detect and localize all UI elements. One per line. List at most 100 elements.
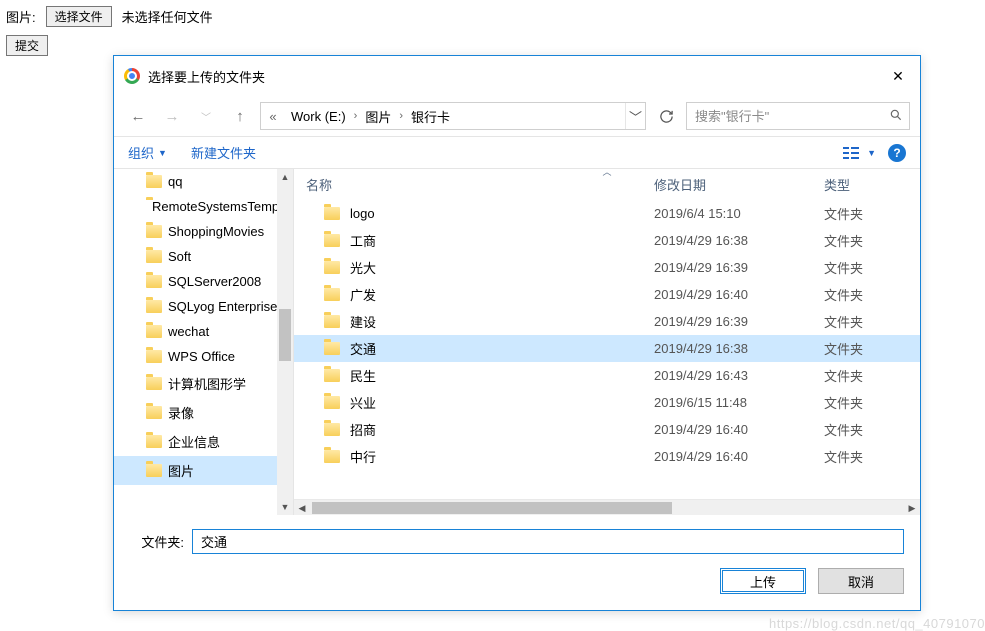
breadcrumb-seg-2[interactable]: 银行卡 (405, 107, 456, 126)
tree-item-label: ShoppingMovies (168, 224, 264, 239)
table-row[interactable]: 中行2019/4/29 16:40文件夹 (294, 443, 920, 470)
view-button[interactable]: ▼ (843, 146, 876, 160)
caret-down-icon: ▼ (867, 148, 876, 158)
tree-item-label: qq (168, 174, 182, 189)
cell-type: 文件夹 (824, 312, 908, 331)
tree-item-label: 录像 (168, 403, 194, 422)
table-row[interactable]: 工商2019/4/29 16:38文件夹 (294, 227, 920, 254)
close-button[interactable]: ✕ (876, 62, 920, 90)
cell-name: 交通 (350, 339, 654, 358)
organize-button[interactable]: 组织 ▼ (128, 143, 167, 162)
choose-file-button[interactable]: 选择文件 (46, 6, 112, 27)
folder-icon (324, 207, 340, 220)
folder-picker-dialog: 选择要上传的文件夹 ✕ ← → ﹀ ↑ « Work (E:) › 图片 › 银… (113, 55, 921, 611)
tree-item-label: 图片 (168, 461, 194, 480)
recent-dropdown[interactable]: ﹀ (192, 103, 220, 129)
tree-item[interactable]: SQLyog Enterprise (114, 294, 293, 319)
up-button[interactable]: ↑ (226, 103, 254, 129)
folder-icon (324, 423, 340, 436)
tree-item[interactable]: RemoteSystemsTempFiles (114, 194, 293, 219)
help-button[interactable]: ? (888, 144, 906, 162)
table-row[interactable]: 兴业2019/6/15 11:48文件夹 (294, 389, 920, 416)
folder-icon (324, 288, 340, 301)
breadcrumb-dropdown[interactable]: ﹀ (625, 103, 645, 129)
tree-item[interactable]: 计算机图形学 (114, 369, 293, 398)
cell-name: 光大 (350, 258, 654, 277)
cancel-button[interactable]: 取消 (818, 568, 904, 594)
upload-button[interactable]: 上传 (720, 568, 806, 594)
breadcrumb-history-icon[interactable]: « (261, 109, 285, 124)
tree-item[interactable]: WPS Office (114, 344, 293, 369)
cell-name: 民生 (350, 366, 654, 385)
folder-icon (146, 350, 162, 363)
nav-bar: ← → ﹀ ↑ « Work (E:) › 图片 › 银行卡 ﹀ (114, 96, 920, 136)
column-type[interactable]: 类型 (824, 175, 908, 194)
scroll-left-icon[interactable]: ◀ (294, 500, 310, 516)
dialog-footer: 文件夹: 上传 取消 (114, 515, 920, 610)
folder-name-input[interactable] (192, 529, 904, 554)
chevron-right-icon: › (352, 110, 360, 122)
tree-item[interactable]: wechat (114, 319, 293, 344)
tree-item[interactable]: 企业信息 (114, 427, 293, 456)
cell-type: 文件夹 (824, 258, 908, 277)
titlebar: 选择要上传的文件夹 ✕ (114, 56, 920, 96)
table-row[interactable]: 广发2019/4/29 16:40文件夹 (294, 281, 920, 308)
scroll-up-icon[interactable]: ▲ (277, 169, 293, 185)
folder-icon (146, 406, 162, 419)
search-input[interactable] (693, 108, 889, 125)
cell-type: 文件夹 (824, 393, 908, 412)
refresh-button[interactable] (652, 102, 680, 130)
cell-date: 2019/4/29 16:43 (654, 368, 824, 383)
folder-icon (146, 175, 162, 188)
submit-button[interactable]: 提交 (6, 35, 48, 56)
search-icon[interactable] (889, 108, 903, 125)
forward-button[interactable]: → (158, 103, 186, 129)
tree-scrollbar[interactable]: ▲ ▼ (277, 169, 293, 515)
scroll-down-icon[interactable]: ▼ (277, 499, 293, 515)
tree-item[interactable]: ShoppingMovies (114, 219, 293, 244)
breadcrumb-seg-1[interactable]: 图片 (359, 107, 397, 126)
tree-item[interactable]: 录像 (114, 398, 293, 427)
table-row[interactable]: 建设2019/4/29 16:39文件夹 (294, 308, 920, 335)
cell-name: logo (350, 206, 654, 221)
tree-item[interactable]: qq (114, 169, 293, 194)
back-button[interactable]: ← (124, 103, 152, 129)
breadcrumb[interactable]: « Work (E:) › 图片 › 银行卡 ﹀ (260, 102, 646, 130)
caret-down-icon: ▼ (158, 148, 167, 158)
table-row[interactable]: logo2019/6/4 15:10文件夹 (294, 200, 920, 227)
folder-icon (146, 435, 162, 448)
cell-date: 2019/4/29 16:40 (654, 449, 824, 464)
cell-date: 2019/6/4 15:10 (654, 206, 824, 221)
no-file-text: 未选择任何文件 (122, 7, 213, 26)
cell-date: 2019/4/29 16:40 (654, 287, 824, 302)
folder-icon (324, 369, 340, 382)
horizontal-scrollbar[interactable]: ◀ ▶ (294, 499, 920, 515)
new-folder-button[interactable]: 新建文件夹 (191, 143, 256, 162)
tree-item[interactable]: 图片 (114, 456, 293, 485)
cell-date: 2019/4/29 16:39 (654, 260, 824, 275)
table-row[interactable]: 招商2019/4/29 16:40文件夹 (294, 416, 920, 443)
cell-name: 中行 (350, 447, 654, 466)
scroll-thumb[interactable] (279, 309, 291, 361)
table-row[interactable]: 民生2019/4/29 16:43文件夹 (294, 362, 920, 389)
table-row[interactable]: 交通2019/4/29 16:38文件夹 (294, 335, 920, 362)
breadcrumb-seg-0[interactable]: Work (E:) (285, 109, 352, 124)
cell-type: 文件夹 (824, 339, 908, 358)
cell-date: 2019/4/29 16:38 (654, 341, 824, 356)
folder-icon (324, 342, 340, 355)
tree-item[interactable]: SQLServer2008 (114, 269, 293, 294)
column-date[interactable]: 修改日期 (654, 175, 824, 194)
search-box[interactable] (686, 102, 910, 130)
table-row[interactable]: 光大2019/4/29 16:39文件夹 (294, 254, 920, 281)
cell-date: 2019/6/15 11:48 (654, 395, 824, 410)
toolbar: 组织 ▼ 新建文件夹 ▼ ? (114, 136, 920, 169)
folder-tree: qq RemoteSystemsTempFiles ShoppingMovies So… (114, 169, 294, 515)
tree-item-label: WPS Office (168, 349, 235, 364)
cell-type: 文件夹 (824, 366, 908, 385)
tree-item-label: RemoteSystemsTempFiles (152, 199, 293, 214)
scroll-right-icon[interactable]: ▶ (904, 500, 920, 516)
scroll-thumb[interactable] (312, 502, 672, 514)
folder-icon (324, 450, 340, 463)
tree-item[interactable]: Soft (114, 244, 293, 269)
cell-type: 文件夹 (824, 231, 908, 250)
